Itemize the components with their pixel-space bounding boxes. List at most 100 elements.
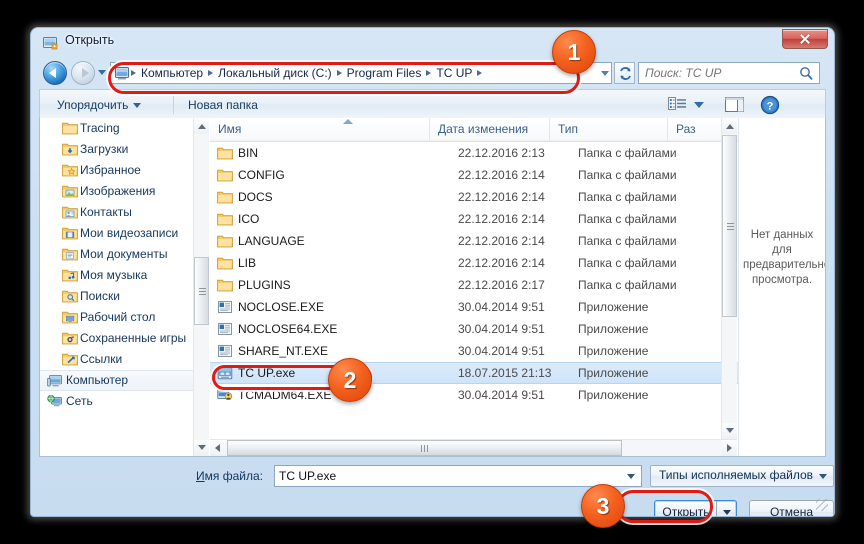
open-button[interactable]: Открыть bbox=[654, 500, 737, 517]
command-toolbar: Упорядочить Новая папка ? bbox=[39, 89, 826, 119]
sidebar-item-label: Моя музыка bbox=[80, 268, 148, 282]
sidebar-item-label: Ссылки bbox=[80, 352, 123, 366]
scroll-left-button[interactable] bbox=[210, 440, 226, 456]
file-name-label: Имя файла: bbox=[196, 469, 263, 483]
sidebar-item-1[interactable]: Загрузки bbox=[40, 139, 208, 160]
close-button[interactable] bbox=[782, 29, 828, 49]
sidebar-item-5[interactable]: Мои видеозаписи bbox=[40, 223, 208, 244]
breadcrumb-separator-icon bbox=[336, 70, 342, 76]
address-bar[interactable]: Компьютер Локальный диск (C:) Program Fi… bbox=[110, 62, 612, 84]
list-view-icon bbox=[668, 97, 686, 110]
sidebar-item-2[interactable]: Избранное bbox=[40, 160, 208, 181]
folder-links-icon bbox=[62, 352, 78, 366]
forward-button[interactable] bbox=[71, 61, 95, 85]
help-button[interactable]: ? bbox=[757, 94, 785, 116]
sidebar-item-label: Компьютер bbox=[66, 373, 129, 387]
file-type-cell: Папка с файлами bbox=[578, 190, 677, 204]
sidebar-item-label: Сохраненные игры bbox=[80, 331, 187, 345]
scroll-up-button[interactable] bbox=[722, 118, 737, 134]
search-input[interactable] bbox=[645, 63, 795, 83]
sidebar-item-label: Tracing bbox=[80, 121, 120, 135]
folder-icon bbox=[217, 190, 233, 204]
file-name-label-accesskey: И bbox=[196, 469, 205, 483]
file-type-cell: Приложение bbox=[578, 300, 649, 314]
sidebar-item-11[interactable]: Ссылки bbox=[40, 349, 208, 370]
column-header-date[interactable]: Дата изменения bbox=[430, 118, 550, 141]
sidebar-item-13[interactable]: Сеть bbox=[40, 391, 208, 412]
sidebar-item-0[interactable]: Tracing bbox=[40, 118, 208, 139]
sidebar-item-7[interactable]: Моя музыка bbox=[40, 265, 208, 286]
address-toolbar: Компьютер Локальный диск (C:) Program Fi… bbox=[34, 56, 831, 89]
recent-locations-chevron-down-icon[interactable] bbox=[98, 70, 106, 75]
navigation-pane-scrollbar[interactable] bbox=[193, 118, 209, 456]
file-name-cell: LANGUAGE bbox=[238, 234, 305, 248]
scroll-right-button[interactable] bbox=[721, 440, 737, 456]
sort-ascending-icon bbox=[343, 119, 353, 124]
chevron-down-icon bbox=[819, 474, 827, 479]
breadcrumb-item-2[interactable]: Program Files bbox=[343, 63, 426, 83]
file-type-cell: Приложение bbox=[578, 388, 649, 402]
dialog-body: Tracing Загрузки Избранное Изображения Конта… bbox=[39, 118, 826, 457]
refresh-button[interactable] bbox=[614, 62, 635, 84]
folder-pictures-icon bbox=[62, 184, 78, 198]
new-folder-button[interactable]: Новая папка bbox=[184, 96, 262, 115]
resize-grip[interactable] bbox=[816, 499, 828, 511]
sidebar-item-12[interactable]: Компьютер bbox=[40, 370, 208, 391]
address-dropdown-chevron-down-icon[interactable] bbox=[601, 71, 609, 76]
sidebar-item-9[interactable]: Рабочий стол bbox=[40, 307, 208, 328]
file-date-cell: 22.12.2016 2:17 bbox=[458, 278, 545, 292]
open-button-label: ткрыть bbox=[671, 505, 710, 517]
file-type-cell: Папка с файлами bbox=[578, 278, 677, 292]
tcup-icon bbox=[217, 366, 233, 380]
folder-favorites-icon bbox=[62, 163, 78, 177]
file-name-input[interactable] bbox=[279, 466, 621, 486]
sidebar-item-4[interactable]: Контакты bbox=[40, 202, 208, 223]
sidebar-item-label: Избранное bbox=[80, 163, 141, 177]
scrollbar-thumb[interactable] bbox=[194, 257, 209, 325]
breadcrumb-item-3[interactable]: TC UP bbox=[432, 63, 476, 83]
sidebar-item-8[interactable]: Поиски bbox=[40, 286, 208, 307]
back-button[interactable] bbox=[43, 61, 67, 85]
organize-button[interactable]: Упорядочить bbox=[53, 96, 145, 115]
sidebar-item-6[interactable]: Мои документы bbox=[40, 244, 208, 265]
folder-icon bbox=[217, 146, 233, 160]
chevron-down-icon bbox=[133, 103, 142, 109]
scroll-down-button[interactable] bbox=[722, 423, 737, 439]
file-type-cell: Папка с файлами bbox=[578, 212, 677, 226]
file-date-cell: 22.12.2016 2:14 bbox=[458, 234, 545, 248]
horizontal-scrollbar-thumb[interactable] bbox=[227, 440, 622, 456]
view-mode-button[interactable] bbox=[667, 94, 707, 116]
preview-pane-button[interactable] bbox=[721, 94, 749, 116]
file-list-horizontal-scrollbar[interactable] bbox=[210, 439, 737, 456]
folder-download-icon bbox=[62, 142, 78, 156]
file-type-cell: Приложение bbox=[578, 344, 649, 358]
file-date-cell: 22.12.2016 2:14 bbox=[458, 212, 545, 226]
window-title: Открыть bbox=[65, 33, 115, 47]
sidebar-item-10[interactable]: Сохраненные игры bbox=[40, 328, 208, 349]
open-button-dropdown[interactable] bbox=[716, 501, 736, 516]
search-icon bbox=[799, 66, 814, 86]
sidebar-item-3[interactable]: Изображения bbox=[40, 181, 208, 202]
file-name-cell: BIN bbox=[238, 146, 259, 160]
search-box[interactable] bbox=[638, 62, 820, 84]
folder-videos-icon bbox=[62, 226, 78, 240]
folder-contacts-icon bbox=[62, 205, 78, 219]
toolbar-divider bbox=[173, 96, 174, 114]
sidebar-item-label: Мои документы bbox=[80, 247, 168, 261]
file-name-cell: TCMADM64.EXE bbox=[238, 388, 332, 402]
file-name-combobox[interactable] bbox=[274, 465, 642, 487]
scroll-up-button[interactable] bbox=[194, 118, 209, 134]
scrollbar-thumb[interactable] bbox=[722, 135, 737, 317]
scroll-down-button[interactable] bbox=[194, 440, 209, 456]
file-type-combobox[interactable]: Типы исполняемых файлов bbox=[650, 465, 834, 487]
column-header-name[interactable]: Имя bbox=[210, 118, 430, 141]
file-date-cell: 18.07.2015 21:13 bbox=[458, 366, 552, 380]
preview-pane-icon bbox=[725, 97, 744, 112]
chevron-down-icon[interactable] bbox=[627, 474, 635, 479]
exe-icon bbox=[217, 322, 233, 336]
file-list-scrollbar[interactable] bbox=[721, 118, 737, 439]
file-type-cell: Папка с файлами bbox=[578, 168, 677, 182]
column-header-type[interactable]: Тип bbox=[550, 118, 668, 141]
breadcrumb-item-0[interactable]: Компьютер bbox=[137, 63, 207, 83]
breadcrumb-item-1[interactable]: Локальный диск (C:) bbox=[214, 63, 336, 83]
